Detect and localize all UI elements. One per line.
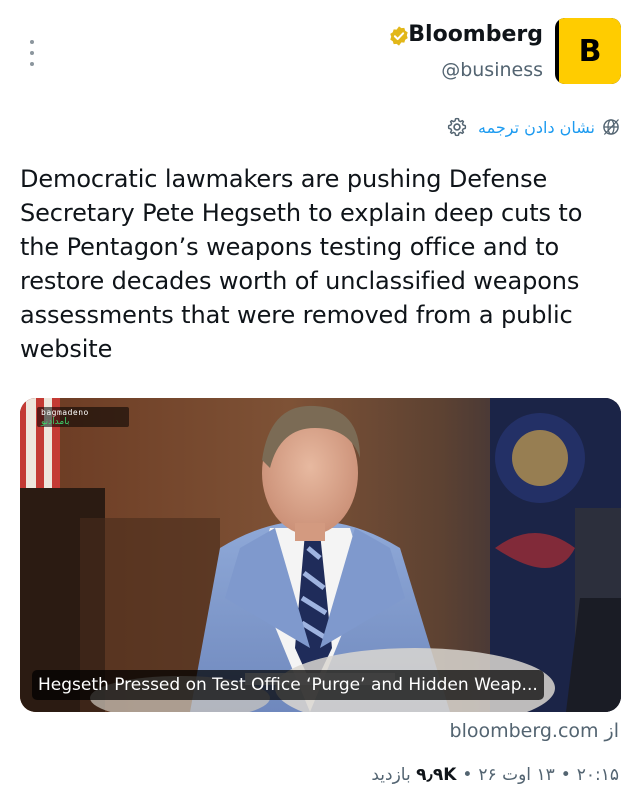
more-dot bbox=[30, 51, 34, 55]
views-label: بازدید bbox=[371, 765, 411, 785]
source-domain: bloomberg.com bbox=[449, 720, 599, 742]
source-link[interactable]: bloomberg.com از bbox=[450, 720, 619, 742]
more-dot bbox=[30, 40, 34, 44]
meta-separator: • bbox=[462, 765, 473, 785]
article-photo bbox=[20, 398, 621, 712]
avatar[interactable]: B bbox=[555, 18, 621, 84]
link-card[interactable]: bagmadeno بامدادنو Hegseth Pressed on Te… bbox=[20, 398, 621, 712]
card-headline: Hegseth Pressed on Test Office ‘Purge’ a… bbox=[32, 670, 544, 700]
meta-separator: • bbox=[560, 765, 571, 785]
author-display-name[interactable]: Bloomberg bbox=[408, 22, 543, 47]
gold-verified-badge-icon bbox=[390, 26, 408, 46]
tweet-text: Democratic lawmakers are pushing Defense… bbox=[20, 165, 583, 363]
more-dot bbox=[30, 62, 34, 66]
translate-row: نشان دادن ترجمه bbox=[446, 116, 621, 138]
more-options-button[interactable] bbox=[24, 38, 40, 68]
watermark-logo: bagmadeno بامدادنو bbox=[37, 407, 129, 427]
watermark-bottom-text: بامدادنو bbox=[41, 417, 70, 427]
show-translation-link[interactable]: نشان دادن ترجمه bbox=[478, 117, 621, 137]
gear-icon[interactable] bbox=[446, 116, 468, 138]
tweet-meta: ۲۰:۱۵•۱۳ اوت ۲۶•۹٫۹K بازدید bbox=[371, 765, 619, 785]
globe-icon bbox=[603, 119, 619, 135]
tweet-date[interactable]: ۱۳ اوت ۲۶ bbox=[478, 765, 554, 785]
tweet-time[interactable]: ۲۰:۱۵ bbox=[577, 765, 619, 785]
author-handle[interactable]: @business bbox=[441, 59, 543, 81]
source-from-label: از bbox=[604, 720, 619, 742]
views-count[interactable]: ۹٫۹K bbox=[416, 765, 456, 785]
watermark-top-text: bagmadeno bbox=[41, 408, 89, 417]
avatar-letter: B bbox=[559, 18, 621, 84]
show-translation-label: نشان دادن ترجمه bbox=[478, 117, 595, 137]
